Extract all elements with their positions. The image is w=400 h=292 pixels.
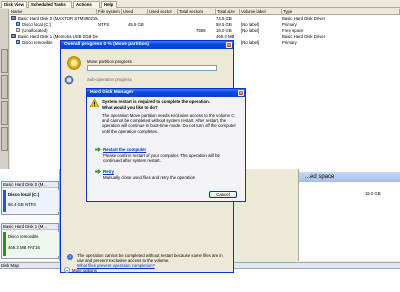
warning-icon: [90, 99, 99, 107]
restart-dialog-body: System restart is required to complete t…: [87, 97, 245, 201]
restart-question: What would you like to do?: [102, 105, 158, 110]
chevron-down-icon[interactable]: ⌄: [64, 267, 70, 273]
retry-option-desc: Manually close used files and retry the …: [103, 175, 196, 180]
row-label: [No label]: [241, 28, 260, 33]
col-used-sector[interactable]: Used sector: [148, 9, 178, 15]
unallocated-header: ...ed space: [299, 172, 400, 182]
close-icon[interactable]: ×: [226, 42, 232, 48]
row-size: 58.5 GB: [216, 22, 232, 27]
volume-icon: [16, 22, 20, 26]
row-type: Primary: [282, 40, 297, 45]
more-options[interactable]: More options: [72, 268, 97, 273]
restart-explanation: The operation Move partition needs exclu…: [102, 113, 236, 134]
table-row[interactable]: Basic Hard Disk 1 (Memoria USB 2GB Devic…: [10, 34, 400, 39]
col-total-size[interactable]: Total size: [216, 9, 240, 15]
table-row[interactable]: Basic Hard Disk 0 (MAXTOR STM3802154) 74…: [10, 16, 400, 21]
unallocated-panel[interactable]: ...ed space 15.0 GB: [298, 169, 400, 261]
side-tab-properties[interactable]: [1, 49, 8, 73]
partition-name: Disco removible: [8, 234, 39, 239]
close-icon[interactable]: ×: [238, 90, 244, 96]
col-file-system[interactable]: File system: [97, 9, 122, 15]
row-type: Basic Hard Disk Driver: [282, 34, 326, 39]
partition-size: 58.4 GB NTFS: [8, 202, 37, 207]
col-used[interactable]: Used: [122, 9, 148, 15]
row-name: (Unallocated): [22, 28, 48, 33]
sub-operation-label: Sub-operation progress: [87, 77, 132, 82]
disk1-partition[interactable]: Disco removible 469.3 MB FAT16: [3, 232, 59, 256]
tab-help[interactable]: Help: [101, 1, 117, 8]
move-partition-label: Move partition progress: [87, 59, 132, 64]
disk-layout-panel: Basic Hard Disk 0 (M... Disco local (C:)…: [0, 169, 60, 261]
volume-icon: [16, 40, 20, 44]
tab-disk-view[interactable]: Disk View: [1, 1, 27, 8]
restart-option-title[interactable]: Restart the computer: [103, 147, 146, 152]
col-total-sectors[interactable]: Total sectors: [178, 9, 216, 15]
gear-icon: [66, 55, 82, 71]
restart-heading: System restart is required to complete t…: [102, 99, 210, 104]
restart-option-desc: Please confirm restart of your computer.…: [103, 153, 220, 164]
disk1-title: Basic Hard Disk 1 (M...: [2, 224, 58, 230]
row-used: 45.6 GB: [128, 22, 144, 27]
row-used-sector: 7869: [196, 28, 206, 33]
side-tab-partition[interactable]: [1, 75, 8, 99]
restart-note: The operation cannot be completed withou…: [77, 253, 223, 264]
side-tab-operations[interactable]: [1, 101, 8, 125]
row-type: Basic Hard Disk Driver: [282, 16, 326, 21]
arrow-right-icon: [95, 147, 101, 152]
restart-dialog-title: Hard Disk Manager: [87, 89, 245, 97]
disk1-box[interactable]: Basic Hard Disk 1 (M... Disco removible …: [1, 223, 59, 259]
usb-disk-icon: [11, 34, 16, 38]
disk0-partition[interactable]: Disco local (C:) 58.4 GB NTFS: [3, 190, 59, 212]
side-tab-strip: [0, 9, 9, 169]
tab-scheduled-tasks[interactable]: Scheduled Tasks: [28, 1, 72, 8]
volume-icon: [16, 28, 20, 32]
row-size: 16.0 GB: [216, 28, 232, 33]
hard-disk-icon: [11, 16, 16, 20]
partition-color-bar: [3, 190, 6, 212]
row-name: Disco local (C:): [22, 22, 52, 27]
row-type: Primary: [282, 22, 297, 27]
info-icon: i: [67, 254, 73, 260]
table-header: Name File system Used Used sector Total …: [10, 9, 400, 15]
row-type: Free space: [282, 28, 304, 33]
disk0-box[interactable]: Basic Hard Disk 0 (M... Disco local (C:)…: [1, 181, 59, 215]
move-partition-progress: [87, 65, 217, 71]
side-tab-extra[interactable]: [1, 127, 8, 151]
cancel-button[interactable]: Cancel: [209, 191, 237, 198]
disk0-title: Basic Hard Disk 0 (M...: [2, 182, 58, 188]
row-size: 74.5 GB: [216, 16, 232, 21]
partition-color-bar: [3, 232, 6, 256]
row-label: [No label]: [241, 40, 260, 45]
partition-name: Disco local (C:): [8, 192, 40, 197]
table-row[interactable]: Disco local (C:) NTFS 45.6 GB 58.5 GB [N…: [10, 22, 400, 27]
unallocated-size: 15.0 GB: [365, 191, 381, 196]
retry-option-title[interactable]: Retry: [103, 169, 114, 174]
tab-actions[interactable]: Actions: [73, 1, 100, 8]
row-label: [No label]: [241, 22, 260, 27]
gear-icon: [64, 75, 74, 85]
restart-dialog: Hard Disk Manager × System restart is re…: [86, 88, 246, 202]
row-size: 469.3 MB: [216, 34, 235, 39]
row-name: Basic Hard Disk 1 (Memoria USB 2GB Devic…: [18, 34, 98, 39]
main-tabbar: Disk View Scheduled Tasks Actions Help: [0, 0, 400, 8]
partition-size: 469.3 MB FAT16: [8, 245, 40, 250]
table-row[interactable]: (Unallocated) 7869 16.0 GB [No label] Fr…: [10, 28, 400, 33]
arrow-right-icon: [95, 169, 101, 174]
row-fs: NTFS: [98, 22, 110, 27]
col-type[interactable]: Type: [282, 9, 400, 15]
row-name: Basic Hard Disk 0 (MAXTOR STM3802154): [18, 16, 98, 21]
col-name[interactable]: Name: [10, 9, 97, 15]
col-volume-label[interactable]: Volume label: [240, 9, 282, 15]
progress-dialog-title: Overall progress 0 % (Move partition): [61, 41, 233, 49]
